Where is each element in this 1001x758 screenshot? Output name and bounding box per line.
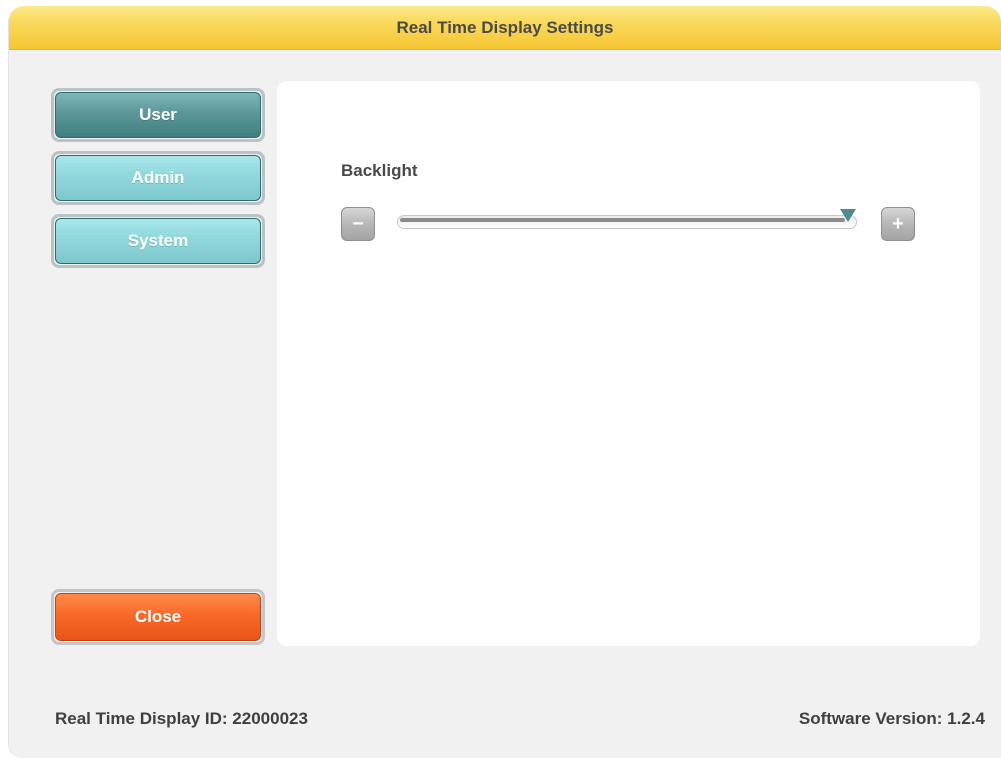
slider-fill	[400, 218, 845, 222]
close-button-label: Close	[55, 593, 261, 641]
slider-thumb-icon	[840, 209, 856, 222]
slider-thumb[interactable]	[840, 209, 856, 223]
plus-icon: +	[892, 213, 904, 235]
window-title: Real Time Display Settings	[396, 18, 614, 37]
title-bar: Real Time Display Settings	[9, 6, 1001, 50]
software-version-text: Software Version: 1.2.4	[798, 709, 985, 728]
nav-user-label: User	[55, 92, 261, 138]
nav-system-label: System	[55, 218, 261, 264]
backlight-slider[interactable]	[397, 209, 857, 229]
nav-system-button[interactable]: System	[51, 214, 265, 268]
backlight-increase-button[interactable]: +	[881, 207, 915, 241]
nav-admin-button[interactable]: Admin	[51, 151, 265, 205]
minus-icon: −	[352, 213, 364, 235]
close-button[interactable]: Close	[51, 589, 265, 645]
backlight-label: Backlight	[341, 161, 418, 180]
nav-user-button[interactable]: User	[51, 88, 265, 142]
settings-panel: Backlight − +	[277, 81, 980, 646]
display-id-text: Real Time Display ID: 22000023	[55, 709, 308, 728]
nav-admin-label: Admin	[55, 155, 261, 201]
backlight-decrease-button[interactable]: −	[341, 207, 375, 241]
settings-window: Real Time Display Settings User Admin Sy…	[8, 6, 1001, 758]
